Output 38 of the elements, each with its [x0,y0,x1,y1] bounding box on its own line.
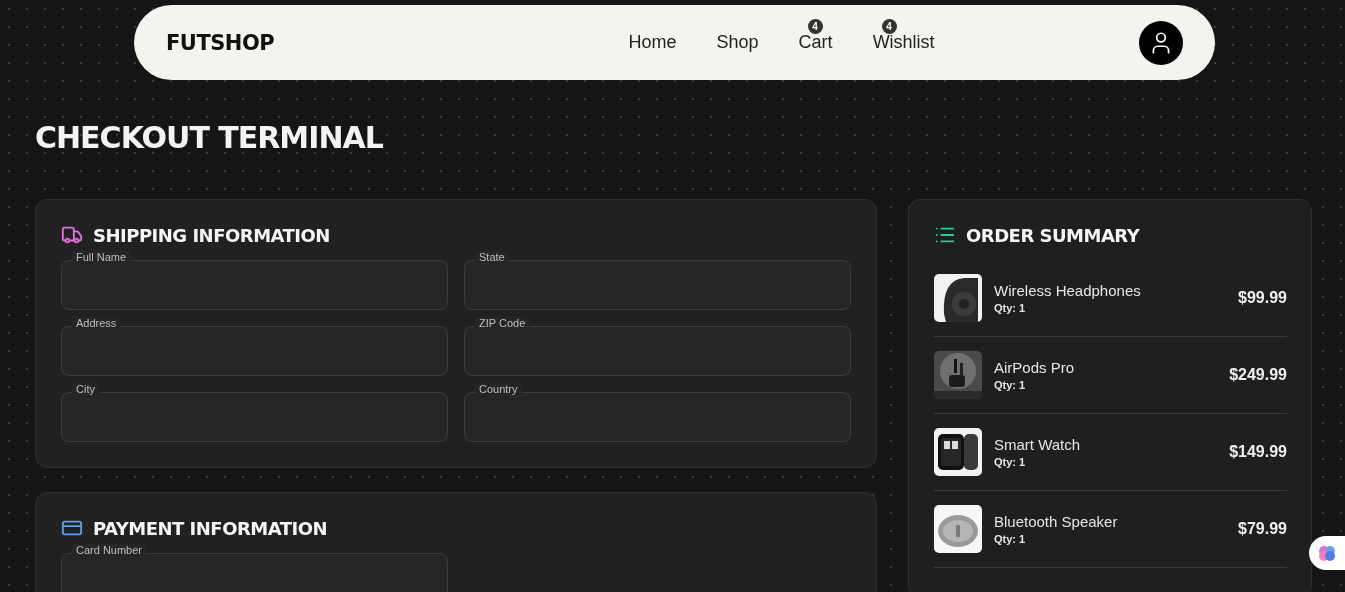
product-quantity: Qty: 1 [994,302,1027,314]
product-name: AirPods Pro [994,359,1076,376]
card-title: PAYMENT INFORMATION [93,517,328,539]
field-label: State [475,251,509,263]
count-badge: 4 [881,19,897,34]
page-title: CHECKOUT TERMINAL [35,120,384,155]
input-field[interactable] [61,553,448,592]
input-field[interactable] [61,260,448,310]
product-name: Smart Watch [994,436,1082,453]
nav-link[interactable]: Cart [798,32,833,52]
card-title: ORDER SUMMARY [966,224,1140,246]
product-quantity: Qty: 1 [994,533,1027,545]
assistant-button[interactable] [1309,536,1345,570]
field-label: Address [72,317,121,329]
field-label: Card Number [72,544,147,556]
nav-link[interactable]: Wishlist [872,32,935,52]
nav-link[interactable]: Shop [716,32,759,52]
product-name: Wireless Headphones [994,282,1142,299]
nav-link[interactable]: Home [628,32,677,52]
input-field[interactable] [61,326,448,376]
product-quantity: Qty: 1 [994,379,1027,391]
field-label: City [72,383,99,395]
input-field[interactable] [464,260,851,310]
product-quantity: Qty: 1 [994,456,1027,468]
product-name: Bluetooth Speaker [994,513,1119,530]
field-label: ZIP Code [475,317,530,329]
product-price: $149.99 [1229,443,1287,461]
input-field[interactable] [464,326,851,376]
count-badge: 4 [807,19,823,34]
card-title: SHIPPING INFORMATION [93,224,330,246]
profile-button[interactable] [1139,20,1183,65]
product-price: $99.99 [1238,289,1287,307]
logo[interactable]: FUTSHOP [166,30,275,55]
field-label: Full Name [72,251,131,263]
field-label: Country [475,383,522,395]
product-price: $249.99 [1229,366,1287,384]
product-price: $79.99 [1238,520,1287,538]
truck-icon [61,224,83,246]
